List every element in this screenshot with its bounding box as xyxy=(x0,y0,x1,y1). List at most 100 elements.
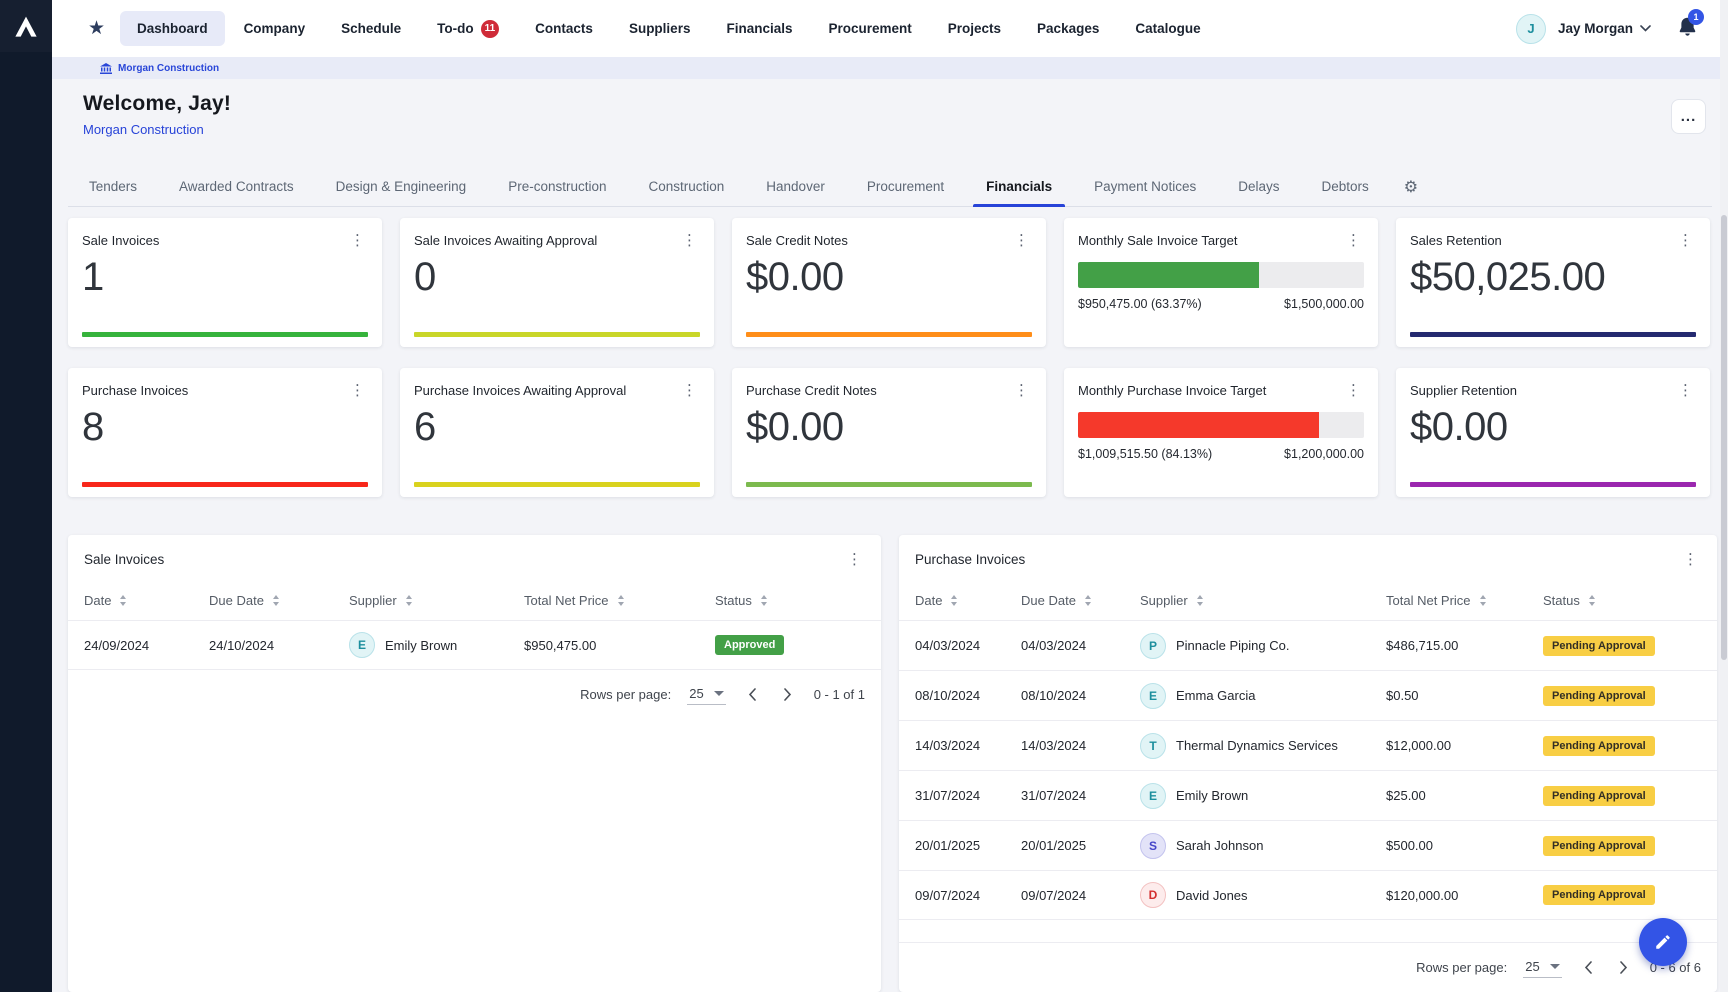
column-header-total-net-price[interactable]: Total Net Price xyxy=(1386,593,1543,608)
tab-financials[interactable]: Financials xyxy=(965,167,1073,206)
sort-icon xyxy=(272,594,280,607)
nav-item-procurement[interactable]: Procurement xyxy=(811,11,928,46)
user-avatar[interactable]: J xyxy=(1516,14,1546,44)
table-row[interactable]: 24/09/2024 24/10/2024 E Emily Brown $950… xyxy=(68,620,881,670)
notifications-button[interactable]: 1 xyxy=(1677,15,1698,43)
kebab-menu-icon[interactable]: ⋮ xyxy=(1011,383,1032,398)
column-header-due-date[interactable]: Due Date xyxy=(1021,593,1140,608)
tab-payment-notices[interactable]: Payment Notices xyxy=(1073,167,1217,206)
nav-item-todo[interactable]: To-do 11 xyxy=(420,10,516,48)
sort-icon xyxy=(1196,594,1204,607)
page-scrollbar[interactable] xyxy=(1720,0,1728,992)
prev-page-button[interactable] xyxy=(1578,959,1598,976)
tab-pre-construction[interactable]: Pre-construction xyxy=(487,167,627,206)
kebab-menu-icon[interactable]: ⋮ xyxy=(1680,552,1701,567)
tab-label: Design & Engineering xyxy=(336,179,467,194)
cell-date: 31/07/2024 xyxy=(915,788,1021,803)
progress-bar-fill xyxy=(1078,412,1319,438)
nav-item-schedule[interactable]: Schedule xyxy=(324,11,418,46)
user-menu[interactable]: Jay Morgan xyxy=(1558,21,1651,36)
kpi-accent-bar xyxy=(414,482,700,487)
cell-date: 09/07/2024 xyxy=(915,888,1021,903)
table-row[interactable]: 20/01/2025 20/01/2025 SSarah Johnson $50… xyxy=(899,820,1717,870)
kebab-menu-icon[interactable]: ⋮ xyxy=(1343,233,1364,248)
column-header-date[interactable]: Date xyxy=(915,593,1021,608)
nav-item-catalogue[interactable]: Catalogue xyxy=(1118,11,1217,46)
kebab-menu-icon[interactable]: ⋮ xyxy=(679,233,700,248)
sort-icon xyxy=(1084,594,1092,607)
table-header: Date Due Date Supplier Total Net Price S… xyxy=(68,580,881,620)
nav-label: Contacts xyxy=(535,21,593,36)
kebab-menu-icon[interactable]: ⋮ xyxy=(347,233,368,248)
kpi-value: $0.00 xyxy=(746,404,1032,450)
kebab-menu-icon[interactable]: ⋮ xyxy=(844,552,865,567)
next-page-button[interactable] xyxy=(1614,959,1634,976)
nav-item-suppliers[interactable]: Suppliers xyxy=(612,11,708,46)
nav-item-packages[interactable]: Packages xyxy=(1020,11,1116,46)
pagination: Rows per page: 25 0 - 1 of 1 xyxy=(68,670,881,719)
tab-handover[interactable]: Handover xyxy=(745,167,846,206)
tab-awarded-contracts[interactable]: Awarded Contracts xyxy=(158,167,315,206)
kebab-menu-icon[interactable]: ⋮ xyxy=(1343,383,1364,398)
nav-item-contacts[interactable]: Contacts xyxy=(518,11,610,46)
kpi-row-sales: Sale Invoices⋮ 1 Sale Invoices Awaiting … xyxy=(68,218,1710,347)
prev-page-button[interactable] xyxy=(742,686,762,703)
nav-item-projects[interactable]: Projects xyxy=(931,11,1018,46)
column-header-total-net-price[interactable]: Total Net Price xyxy=(524,593,715,608)
table-row[interactable]: 04/03/2024 04/03/2024 PPinnacle Piping C… xyxy=(899,620,1717,670)
table-row[interactable]: 09/07/2024 09/07/2024 DDavid Jones $120,… xyxy=(899,870,1717,920)
favorites-star-icon[interactable]: ★ xyxy=(88,17,105,40)
sort-icon xyxy=(119,594,127,607)
tab-delays[interactable]: Delays xyxy=(1217,167,1300,206)
cell-total-net-price: $0.50 xyxy=(1386,688,1543,703)
column-header-status[interactable]: Status xyxy=(1543,593,1701,608)
tab-design-engineering[interactable]: Design & Engineering xyxy=(315,167,488,206)
chevron-left-icon xyxy=(748,688,756,701)
rows-per-page-select[interactable]: 25 xyxy=(1523,957,1561,978)
company-link[interactable]: Morgan Construction xyxy=(83,122,204,137)
tab-construction[interactable]: Construction xyxy=(627,167,745,206)
table-title: Purchase Invoices xyxy=(915,552,1025,567)
kebab-menu-icon[interactable]: ⋮ xyxy=(1011,233,1032,248)
column-label: Due Date xyxy=(209,593,264,608)
page-options-button[interactable]: ... xyxy=(1671,99,1706,134)
tab-label: Handover xyxy=(766,179,825,194)
column-header-supplier[interactable]: Supplier xyxy=(1140,593,1386,608)
app-logo[interactable] xyxy=(0,0,52,52)
kebab-menu-icon[interactable]: ⋮ xyxy=(347,383,368,398)
table-row[interactable]: 08/10/2024 08/10/2024 EEmma Garcia $0.50… xyxy=(899,670,1717,720)
nav-item-financials[interactable]: Financials xyxy=(709,11,809,46)
kpi-card-monthly-purchase-target: Monthly Purchase Invoice Target⋮ $1,009,… xyxy=(1064,368,1378,497)
tab-debtors[interactable]: Debtors xyxy=(1300,167,1389,206)
column-header-status[interactable]: Status xyxy=(715,593,865,608)
status-badge: Pending Approval xyxy=(1543,836,1655,856)
nav-item-dashboard[interactable]: Dashboard xyxy=(120,11,225,46)
table-row[interactable]: 31/07/2024 31/07/2024 EEmily Brown $25.0… xyxy=(899,770,1717,820)
tab-procurement[interactable]: Procurement xyxy=(846,167,965,206)
create-fab-button[interactable] xyxy=(1639,918,1687,966)
next-page-button[interactable] xyxy=(778,686,798,703)
table-row[interactable]: 14/03/2024 14/03/2024 TThermal Dynamics … xyxy=(899,720,1717,770)
column-header-date[interactable]: Date xyxy=(84,593,209,608)
kebab-menu-icon[interactable]: ⋮ xyxy=(1675,383,1696,398)
kpi-title: Monthly Sale Invoice Target xyxy=(1078,233,1237,248)
cell-date: 14/03/2024 xyxy=(915,738,1021,753)
nav-label: Projects xyxy=(948,21,1001,36)
rows-per-page-label: Rows per page: xyxy=(1416,960,1507,975)
breadcrumb-company[interactable]: Morgan Construction xyxy=(118,63,219,74)
status-badge: Pending Approval xyxy=(1543,885,1655,905)
kebab-menu-icon[interactable]: ⋮ xyxy=(679,383,700,398)
welcome-block: Welcome, Jay! Morgan Construction xyxy=(83,92,231,139)
column-header-due-date[interactable]: Due Date xyxy=(209,593,349,608)
kpi-title: Sale Credit Notes xyxy=(746,233,848,248)
status-badge: Pending Approval xyxy=(1543,786,1655,806)
rows-per-page-select[interactable]: 25 xyxy=(687,684,725,705)
column-label: Date xyxy=(915,593,942,608)
kebab-menu-icon[interactable]: ⋮ xyxy=(1675,233,1696,248)
tab-tenders[interactable]: Tenders xyxy=(68,167,158,206)
scrollbar-thumb[interactable] xyxy=(1721,215,1727,660)
tab-settings-gear-icon[interactable]: ⚙ xyxy=(1390,167,1432,206)
table-header: Date Due Date Supplier Total Net Price S… xyxy=(899,580,1717,620)
column-header-supplier[interactable]: Supplier xyxy=(349,593,524,608)
nav-item-company[interactable]: Company xyxy=(227,11,323,46)
